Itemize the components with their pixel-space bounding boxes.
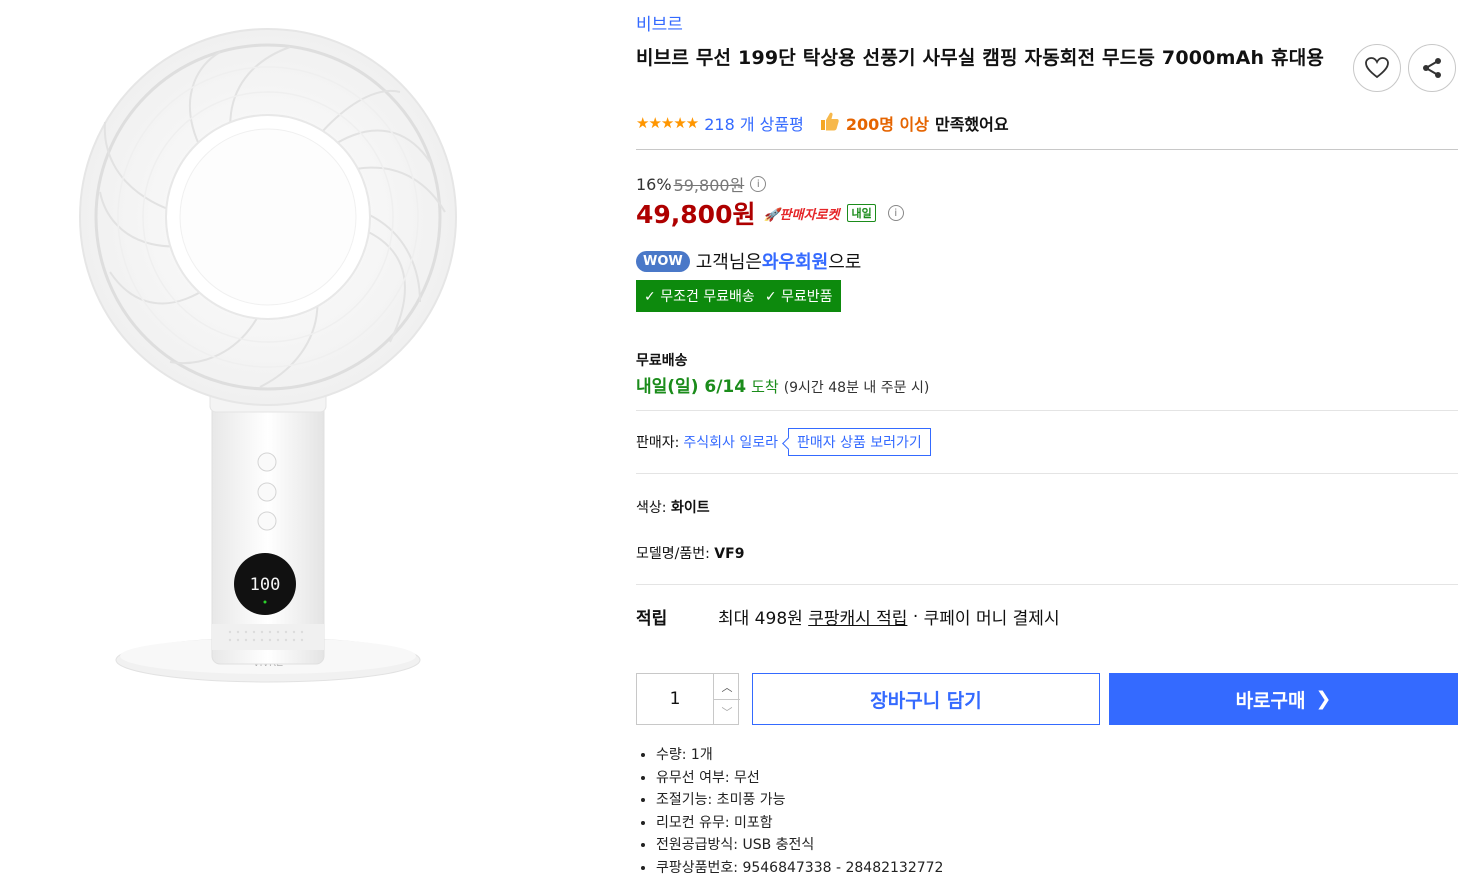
- wow-suffix: 으로: [828, 252, 862, 273]
- shipping-arrive: 도착: [751, 378, 779, 396]
- reward-separator: ·: [912, 606, 919, 627]
- spec-item: 전원공급방식: USB 충전식: [656, 834, 943, 857]
- seller-name-link[interactable]: 주식회사 일로라: [683, 432, 778, 452]
- shipping-divider: [636, 410, 1458, 411]
- rating-row: ★★★★★ 218 개 상품평 200명 이상 만족했어요: [636, 110, 1009, 136]
- seller-label: 판매자:: [636, 435, 680, 451]
- wishlist-button[interactable]: [1353, 44, 1401, 92]
- chevron-right-icon: ❯: [1315, 688, 1332, 710]
- spec-item: 쿠팡상품번호: 9546847338 - 28482132772: [656, 857, 943, 880]
- check-icon: ✓: [764, 289, 781, 305]
- heart-icon: [1365, 57, 1389, 79]
- spec-item: 유무선 여부: 무선: [656, 767, 943, 790]
- price-row: 49,800원 🚀판매자로켓 내일 i: [636, 195, 904, 231]
- shipping-label: 무료배송: [636, 353, 688, 369]
- share-button[interactable]: [1408, 44, 1456, 92]
- free-benefits-banner: ✓ 무조건 무료배송 ✓ 무료반품: [636, 280, 841, 312]
- discount-row: 16% 59,800원 i: [636, 172, 767, 196]
- share-icon: [1423, 58, 1441, 78]
- quantity-stepper[interactable]: 1 ︿ ﹀: [636, 673, 740, 725]
- quantity-input[interactable]: 1: [637, 674, 713, 724]
- satisfaction-text: 만족했어요: [934, 115, 1009, 134]
- seller-products-button[interactable]: 판매자 상품 보러가기: [787, 428, 931, 456]
- satisfaction-count: 200명 이상: [845, 115, 929, 134]
- wow-badge: WOW: [636, 250, 690, 272]
- quantity-up-button[interactable]: ︿: [713, 674, 740, 700]
- spec-item: 조절기능: 초미풍 가능: [656, 789, 943, 812]
- product-image: VIVRE 100: [60, 12, 480, 702]
- price-info-icon[interactable]: i: [750, 176, 767, 192]
- shipping-row: 내일(일) 6/14 도착 (9시간 48분 내 주문 시): [636, 372, 929, 397]
- wow-member-link[interactable]: 와우회원: [762, 252, 828, 273]
- spec-list: 수량: 1개 유무선 여부: 무선 조절기능: 초미풍 가능 리모컨 유무: 미…: [636, 744, 943, 880]
- spec-item: 리모컨 유무: 미포함: [656, 812, 943, 835]
- model-value: VF9: [714, 546, 745, 562]
- chevron-down-icon: ﹀: [721, 705, 733, 719]
- product-title: 비브르 무선 199단 탁상용 선풍기 사무실 캠핑 자동회전 무드등 7000…: [636, 47, 1325, 69]
- fan-display: 100: [250, 575, 281, 595]
- spec-item: 수량: 1개: [656, 744, 943, 767]
- reward-max: 최대 498원: [718, 609, 803, 629]
- shipping-date: 내일(일) 6/14: [636, 377, 747, 397]
- free-shipping-benefit: 무조건 무료배송: [660, 289, 755, 305]
- color-label: 색상:: [636, 500, 667, 516]
- review-count-link[interactable]: 218 개 상품평: [704, 111, 804, 135]
- free-return-benefit: 무료반품: [781, 289, 833, 305]
- options-divider: [636, 584, 1458, 585]
- color-option: 색상: 화이트: [636, 497, 710, 517]
- rocket-badge: 🚀판매자로켓: [763, 207, 840, 223]
- add-to-cart-button[interactable]: 장바구니 담기: [752, 673, 1100, 725]
- check-icon: ✓: [644, 289, 661, 305]
- wow-row: WOW 고객님은와우회원으로: [636, 248, 861, 274]
- quantity-down-button[interactable]: ﹀: [713, 699, 740, 724]
- thumbs-up-icon: [818, 110, 840, 136]
- reward-row: 적립 최대 498원 쿠팡캐시 적립 · 쿠페이 머니 결제시: [636, 604, 1060, 630]
- header-divider: [636, 149, 1458, 150]
- tomorrow-badge: 내일: [847, 204, 876, 222]
- model-label: 모델명/품번:: [636, 546, 710, 562]
- buy-now-label: 바로구매: [1235, 689, 1306, 712]
- reward-pay: 쿠페이 머니 결제시: [923, 609, 1060, 629]
- chevron-up-icon: ︿: [721, 680, 733, 694]
- buy-now-button[interactable]: 바로구매 ❯: [1109, 673, 1458, 725]
- rocket-label: 판매자로켓: [779, 207, 840, 223]
- wow-prefix: 고객님은: [695, 252, 762, 273]
- sale-price: 49,800원: [636, 200, 756, 229]
- seller-row: 판매자: 주식회사 일로라 판매자 상품 보러가기: [636, 428, 931, 456]
- shipping-cutoff: (9시간 48분 내 주문 시): [783, 380, 930, 396]
- original-price: 59,800원: [673, 176, 745, 195]
- star-rating-icon: ★★★★★: [636, 114, 699, 132]
- coupang-cash-link[interactable]: 쿠팡캐시 적립: [808, 604, 907, 629]
- brand-link[interactable]: 비브르: [636, 10, 683, 35]
- discount-rate: 16%: [636, 174, 672, 194]
- reward-label: 적립: [636, 609, 668, 629]
- rocket-info-icon[interactable]: i: [887, 205, 904, 221]
- color-value: 화이트: [670, 500, 710, 516]
- seller-divider: [636, 473, 1458, 474]
- model-option: 모델명/품번: VF9: [636, 543, 744, 563]
